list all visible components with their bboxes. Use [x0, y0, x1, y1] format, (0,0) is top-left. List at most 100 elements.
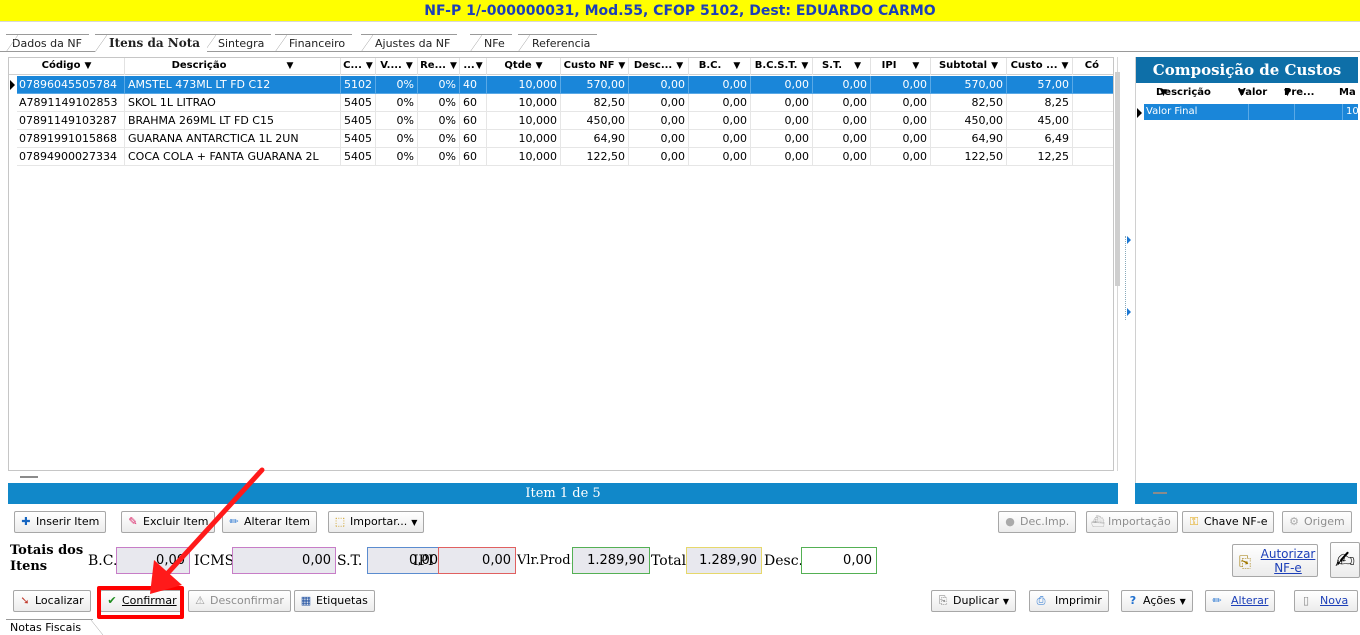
- col-header-cod2[interactable]: Có: [1073, 58, 1113, 75]
- col-header-qtde[interactable]: Qtde ▼: [487, 58, 561, 75]
- table-row[interactable]: 07891149103287 BRAHMA 269ML LT FD C15 5405…: [9, 112, 1113, 130]
- cell-custo[interactable]: 45,00: [1007, 112, 1073, 130]
- table-row[interactable]: A7891149102853 SKOL 1L LITRAO 5405 0% 0% 60 10…: [9, 94, 1113, 112]
- col-header-descricao[interactable]: Descrição ▼: [125, 58, 341, 75]
- ipi-field[interactable]: 0,00: [438, 547, 516, 574]
- cell-bc[interactable]: 0,00: [689, 148, 751, 166]
- table-row[interactable]: 07891991015868 GUARANA ANTARCTICA 1L 2UN 5…: [9, 130, 1113, 148]
- side-col-ma[interactable]: Ma: [1339, 84, 1356, 102]
- cell-re[interactable]: 0%: [418, 130, 460, 148]
- cell-st[interactable]: 0,00: [813, 94, 871, 112]
- tab-notas-fiscais[interactable]: Notas Fiscais: [6, 619, 104, 635]
- cell-bc[interactable]: 0,00: [689, 94, 751, 112]
- col-header-cfop[interactable]: C... ▼: [341, 58, 376, 75]
- cell-subtotal[interactable]: 570,00: [931, 76, 1007, 94]
- splitter-arrow-top-icon[interactable]: [1127, 236, 1131, 244]
- cell-v[interactable]: 0%: [376, 130, 418, 148]
- cell-st[interactable]: 0,00: [813, 112, 871, 130]
- cell-cst[interactable]: 60: [460, 94, 487, 112]
- col-header-st[interactable]: S.T. ▼: [813, 58, 871, 75]
- tab-ajustes-da-nf[interactable]: Ajustes da NF: [361, 34, 458, 52]
- origem-button[interactable]: ⚙ Origem: [1282, 511, 1352, 533]
- cell-cod2[interactable]: [1073, 130, 1113, 148]
- col-header-custo-nf[interactable]: Custo NF ▼: [561, 58, 629, 75]
- importar-button[interactable]: ⬚ Importar... ▼: [328, 511, 425, 533]
- cell-cod2[interactable]: [1073, 76, 1113, 94]
- cell-cfop[interactable]: 5405: [341, 94, 376, 112]
- total-field[interactable]: 1.289,90: [686, 547, 762, 574]
- cell-re[interactable]: 0%: [418, 148, 460, 166]
- cell-bcst[interactable]: 0,00: [751, 130, 813, 148]
- col-header-codigo[interactable]: Código ▼: [9, 58, 125, 75]
- cell-cst[interactable]: 60: [460, 130, 487, 148]
- grid-resize-grip[interactable]: [20, 476, 38, 478]
- cell-cfop[interactable]: 5405: [341, 112, 376, 130]
- cell-custo[interactable]: 57,00: [1007, 76, 1073, 94]
- cell-qtde[interactable]: 10,000: [487, 112, 561, 130]
- cell-bc[interactable]: 0,00: [689, 112, 751, 130]
- cell-cst[interactable]: 60: [460, 112, 487, 130]
- col-header-custo[interactable]: Custo ... ▼: [1007, 58, 1073, 75]
- cell-desc[interactable]: 0,00: [629, 76, 689, 94]
- cell-cst[interactable]: 60: [460, 148, 487, 166]
- desconfirmar-button[interactable]: ⚠ Desconfirmar: [188, 590, 291, 612]
- tab-nfe[interactable]: NFe: [470, 34, 512, 52]
- cell-custo-nf[interactable]: 570,00: [561, 76, 629, 94]
- bc-field[interactable]: 0,00: [116, 547, 190, 574]
- importacao-button[interactable]: ⛴ Importação: [1086, 511, 1178, 533]
- acoes-button[interactable]: ? Ações ▼: [1121, 590, 1193, 612]
- cell-codigo[interactable]: 07891991015868: [17, 130, 125, 148]
- cell-custo[interactable]: 6,49: [1007, 130, 1073, 148]
- side-row-valor-final[interactable]: Valor Final 10: [1144, 104, 1359, 120]
- cell-codigo[interactable]: 07894900027334: [17, 148, 125, 166]
- cell-cfop[interactable]: 5405: [341, 130, 376, 148]
- autorizar-nfe-button[interactable]: ⎘ Autorizar NF-e: [1232, 544, 1318, 577]
- tab-dados-da-nf[interactable]: Dados da NF: [6, 34, 89, 52]
- col-header-ipi[interactable]: IPI ▼: [871, 58, 931, 75]
- cell-v[interactable]: 0%: [376, 112, 418, 130]
- cell-v[interactable]: 0%: [376, 148, 418, 166]
- cell-codigo[interactable]: 07896045505784: [17, 76, 125, 94]
- cell-st[interactable]: 0,00: [813, 76, 871, 94]
- imprimir-button[interactable]: ⎙ Imprimir: [1029, 590, 1109, 612]
- cell-bcst[interactable]: 0,00: [751, 94, 813, 112]
- cell-custo-nf[interactable]: 82,50: [561, 94, 629, 112]
- localizar-button[interactable]: ➘ Localizar: [13, 590, 91, 612]
- col-header-desc[interactable]: Desc... ▼: [629, 58, 689, 75]
- nova-button[interactable]: ▯ Nova: [1294, 590, 1358, 612]
- desc-field[interactable]: 0,00: [801, 547, 877, 574]
- tab-sintegra[interactable]: Sintegra: [204, 34, 272, 52]
- cell-ipi[interactable]: 0,00: [871, 112, 931, 130]
- side-resize-grip[interactable]: [1153, 492, 1167, 494]
- cell-v[interactable]: 0%: [376, 76, 418, 94]
- items-grid[interactable]: Código ▼ Descrição ▼ C... ▼ V.... ▼ Re... ▼ .…: [8, 57, 1114, 471]
- table-row[interactable]: 07896045505784 AMSTEL 473ML LT FD C12 5102…: [9, 76, 1113, 94]
- icms-field[interactable]: 0,00: [232, 547, 336, 574]
- cell-custo[interactable]: 8,25: [1007, 94, 1073, 112]
- cell-custo[interactable]: 12,25: [1007, 148, 1073, 166]
- tab-referencia[interactable]: Referencia: [518, 34, 598, 52]
- tab-financeiro[interactable]: Financeiro: [275, 34, 353, 52]
- cell-qtde[interactable]: 10,000: [487, 94, 561, 112]
- cell-descricao[interactable]: COCA COLA + FANTA GUARANA 2L: [125, 148, 341, 166]
- cell-bcst[interactable]: 0,00: [751, 112, 813, 130]
- tab-itens-da-nota[interactable]: Itens da Nota: [95, 34, 208, 52]
- cell-custo-nf[interactable]: 64,90: [561, 130, 629, 148]
- cell-ipi[interactable]: 0,00: [871, 94, 931, 112]
- table-row[interactable]: 07894900027334 COCA COLA + FANTA GUARANA …: [9, 148, 1113, 166]
- col-header-bc[interactable]: B.C. ▼: [689, 58, 751, 75]
- cell-ipi[interactable]: 0,00: [871, 148, 931, 166]
- cell-descricao[interactable]: AMSTEL 473ML LT FD C12: [125, 76, 341, 94]
- cell-descricao[interactable]: SKOL 1L LITRAO: [125, 94, 341, 112]
- cell-desc[interactable]: 0,00: [629, 148, 689, 166]
- excluir-item-button[interactable]: ✎ Excluir Item: [121, 511, 216, 533]
- cell-subtotal[interactable]: 450,00: [931, 112, 1007, 130]
- cell-re[interactable]: 0%: [418, 76, 460, 94]
- cell-codigo[interactable]: A7891149102853: [17, 94, 125, 112]
- cell-custo-nf[interactable]: 122,50: [561, 148, 629, 166]
- cell-descricao[interactable]: GUARANA ANTARCTICA 1L 2UN: [125, 130, 341, 148]
- cell-custo-nf[interactable]: 450,00: [561, 112, 629, 130]
- splitter-arrow-bottom-icon[interactable]: [1127, 308, 1131, 316]
- dec-imp-button[interactable]: ● Dec.Imp.: [998, 511, 1077, 533]
- cell-subtotal[interactable]: 64,90: [931, 130, 1007, 148]
